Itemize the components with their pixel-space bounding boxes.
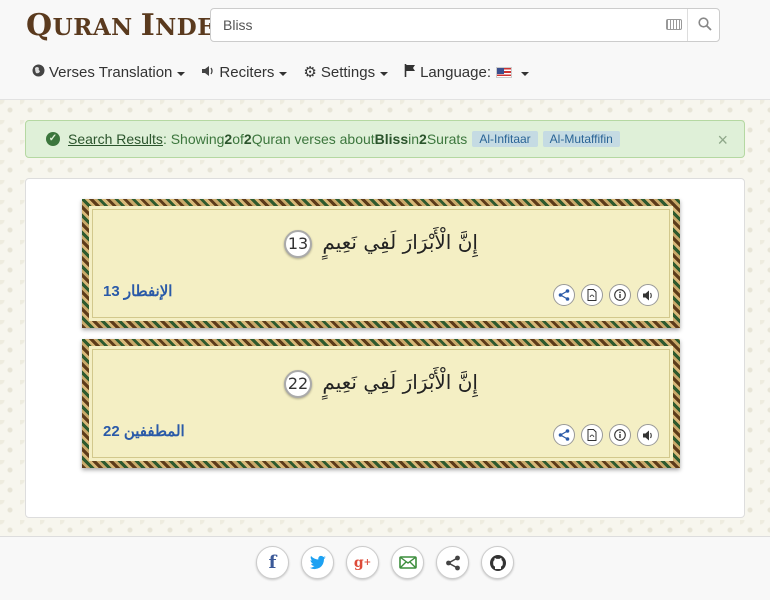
nav-label: Settings <box>320 64 376 81</box>
gear-icon: ⚙ <box>303 64 317 81</box>
logo-letter-2: I <box>140 8 156 43</box>
alert-text: Surats <box>426 131 468 147</box>
verse-text-row: إِنَّ الْأَبْرَارَ لَفِي نَعِيمٍ 13 <box>89 230 673 258</box>
share-icon[interactable] <box>553 424 575 446</box>
search-input[interactable] <box>211 9 661 41</box>
verse-card: إِنَّ الْأَبْرَارَ لَفِي نَعِيمٍ 22 المط… <box>82 339 680 468</box>
search-icon <box>698 17 712 31</box>
search-results-alert: ✓ Search Results: Showing 2 of 2 Quran v… <box>25 120 745 158</box>
alert-text: Quran verses about <box>251 131 375 147</box>
verse-number-badge: 13 <box>284 230 313 258</box>
chevron-down-icon <box>177 72 186 76</box>
audio-icon[interactable] <box>637 284 659 306</box>
email-icon[interactable] <box>391 546 424 579</box>
chevron-down-icon <box>279 72 288 76</box>
search-button[interactable] <box>687 9 721 41</box>
search-term: Bliss <box>374 131 409 147</box>
search-results-link[interactable]: Search Results <box>68 131 163 147</box>
share-icon[interactable] <box>553 284 575 306</box>
verse-card: إِنَّ الْأَبْرَارَ لَفِي نَعِيمٍ 13 الإن… <box>82 199 680 328</box>
logo-letter: Q <box>26 8 53 43</box>
share-icon[interactable] <box>436 546 469 579</box>
verse-text-row: إِنَّ الْأَبْرَارَ لَفِي نَعِيمٍ 22 <box>89 370 673 398</box>
nav-settings[interactable]: ⚙ Settings <box>303 64 389 81</box>
total-count: 2 <box>243 131 252 147</box>
verse-reference-link[interactable]: الإنفطار 13 <box>103 282 172 300</box>
social-links: f g + <box>256 546 514 579</box>
info-icon[interactable] <box>609 424 631 446</box>
footer: f g + <box>0 536 770 600</box>
volume-icon <box>201 64 215 81</box>
audio-icon[interactable] <box>637 424 659 446</box>
site-logo[interactable]: Q URAN I NDEX <box>26 8 234 44</box>
close-icon[interactable]: × <box>717 130 728 151</box>
verse-tools <box>553 284 659 306</box>
check-circle-icon: ✓ <box>46 132 60 146</box>
chevron-down-icon <box>520 72 529 76</box>
chevron-down-icon <box>380 72 389 76</box>
logo-text: URAN <box>52 14 133 41</box>
verse-number-badge: 22 <box>284 370 313 398</box>
us-flag-icon <box>495 67 512 78</box>
keyboard-icon[interactable] <box>666 19 682 30</box>
results-panel: إِنَّ الْأَبْرَارَ لَفِي نَعِيمٍ 13 الإن… <box>25 178 745 518</box>
top-header: QURAN INDEX Verses Translation Reciters … <box>0 0 770 100</box>
twitter-icon[interactable] <box>301 546 334 579</box>
verse-arabic-text: إِنَّ الْأَبْرَارَ لَفِي نَعِيمٍ <box>322 230 478 254</box>
alert-text: of <box>232 131 244 147</box>
google-plus-icon[interactable]: g + <box>346 546 379 579</box>
nav-language[interactable]: Language: <box>404 64 529 81</box>
surat-count: 2 <box>419 131 427 147</box>
verse-reference-link[interactable]: المطففين 22 <box>103 422 185 440</box>
alert-text: in <box>408 131 420 147</box>
nav-reciters[interactable]: Reciters <box>201 64 288 81</box>
nav-label: Language: <box>420 64 491 81</box>
verse-tools <box>553 424 659 446</box>
github-icon[interactable] <box>481 546 514 579</box>
facebook-icon[interactable]: f <box>256 546 289 579</box>
info-icon[interactable] <box>609 284 631 306</box>
main-nav: Verses Translation Reciters ⚙ Settings L… <box>32 64 545 81</box>
surat-tag[interactable]: Al-Mutaffifin <box>542 131 620 147</box>
pdf-icon[interactable] <box>581 424 603 446</box>
nav-label: Reciters <box>219 64 275 81</box>
verse-arabic-text: إِنَّ الْأَبْرَارَ لَفِي نَعِيمٍ <box>322 370 478 394</box>
pdf-icon[interactable] <box>581 284 603 306</box>
shown-count: 2 <box>224 131 233 147</box>
globe-icon <box>32 64 45 81</box>
search-box <box>210 8 720 42</box>
flag-icon <box>404 64 416 81</box>
alert-text: : Showing <box>162 131 225 147</box>
nav-label: Verses Translation <box>49 64 173 81</box>
surat-tag[interactable]: Al-Infitaar <box>472 131 538 147</box>
nav-verses-translation[interactable]: Verses Translation <box>32 64 186 81</box>
